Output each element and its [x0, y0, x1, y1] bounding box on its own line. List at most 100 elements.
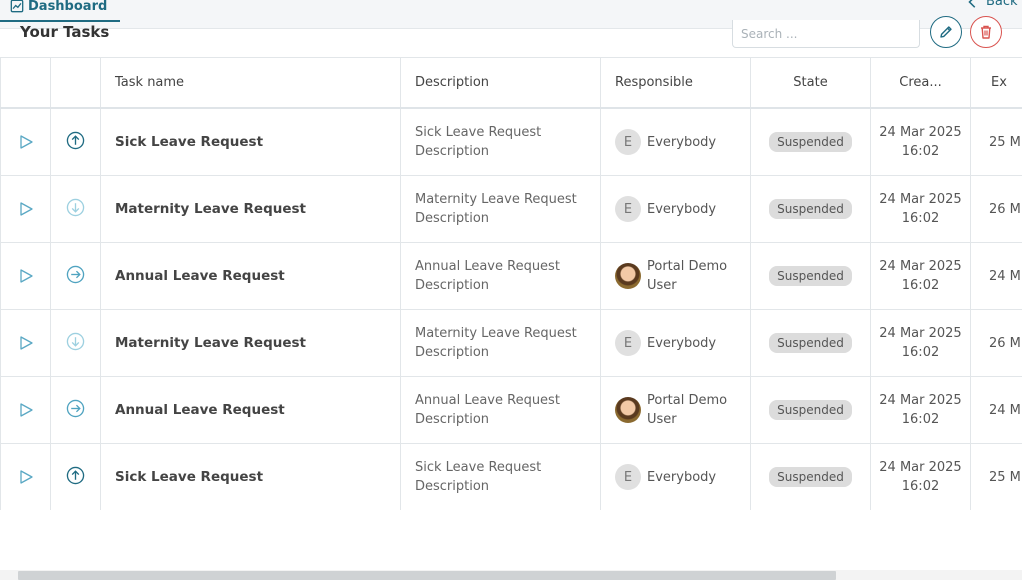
task-description: Maternity Leave Request Description: [400, 175, 601, 243]
tab-dashboard-label: Dashboard: [28, 0, 108, 14]
avatar: E: [615, 129, 641, 155]
back-link[interactable]: Back: [966, 0, 1018, 9]
status-badge: Suspended: [769, 333, 852, 353]
table-row[interactable]: Sick Leave Request Sick Leave Request Des…: [0, 107, 1022, 176]
search-input[interactable]: [732, 20, 920, 48]
header-state[interactable]: State: [750, 57, 871, 109]
task-name[interactable]: Annual Leave Request: [100, 376, 401, 444]
tasks-table-container: Task name Description Responsible State …: [0, 57, 1022, 510]
task-expiry: 26 M 1: [970, 309, 1022, 377]
responsible-name: Portal Demo User: [647, 259, 728, 293]
task-created: 24 Mar 2025 16:02: [870, 175, 971, 243]
trash-icon: [981, 25, 991, 39]
responsible-name: Everybody: [647, 134, 717, 150]
play-icon: [19, 336, 33, 350]
table-row[interactable]: Maternity Leave Request Maternity Leave R…: [0, 175, 1022, 243]
tasks-table: Task name Description Responsible State …: [0, 57, 1022, 510]
header-created[interactable]: Crea...: [870, 57, 971, 109]
header-task-name[interactable]: Task name: [100, 57, 401, 109]
arrow-down-circle-icon: [66, 198, 85, 217]
play-icon: [19, 202, 33, 216]
task-responsible: E Everybody: [600, 309, 751, 377]
table-row[interactable]: Maternity Leave Request Maternity Leave R…: [0, 309, 1022, 377]
task-state: Suspended: [750, 376, 871, 444]
header-description[interactable]: Description: [400, 57, 601, 109]
table-row[interactable]: Annual Leave Request Annual Leave Request…: [0, 376, 1022, 444]
task-expiry: 24 M 1: [970, 242, 1022, 310]
arrow-up-circle-icon: [66, 466, 85, 485]
direction-cell: [50, 443, 101, 510]
header-direction: [50, 57, 101, 109]
task-created: 24 Mar 2025 16:02: [870, 376, 971, 444]
table-header-row: Task name Description Responsible State …: [0, 57, 1022, 109]
direction-cell: [50, 175, 101, 243]
table-row[interactable]: Sick Leave Request Sick Leave Request Des…: [0, 443, 1022, 510]
play-cell[interactable]: [0, 107, 51, 176]
status-badge: Suspended: [769, 467, 852, 487]
responsible-wrap: E Everybody: [615, 464, 750, 490]
play-cell[interactable]: [0, 309, 51, 377]
play-cell[interactable]: [0, 242, 51, 310]
task-name[interactable]: Sick Leave Request: [100, 107, 401, 176]
direction-cell: [50, 376, 101, 444]
delete-button[interactable]: [970, 16, 1002, 48]
tab-dashboard[interactable]: Dashboard: [0, 0, 120, 22]
avatar: E: [615, 196, 641, 222]
play-icon: [19, 403, 33, 417]
play-cell[interactable]: [0, 376, 51, 444]
responsible-wrap: Portal Demo User: [615, 257, 750, 295]
responsible-name: Everybody: [647, 335, 717, 351]
avatar: [615, 263, 641, 289]
task-description: Maternity Leave Request Description: [400, 309, 601, 377]
task-name[interactable]: Annual Leave Request: [100, 242, 401, 310]
task-state: Suspended: [750, 242, 871, 310]
play-cell[interactable]: [0, 443, 51, 510]
task-responsible: E Everybody: [600, 175, 751, 243]
status-badge: Suspended: [769, 266, 852, 286]
chevron-left-icon: [968, 0, 976, 8]
responsible-wrap: E Everybody: [615, 129, 750, 155]
direction-cell: [50, 242, 101, 310]
back-label: Back: [986, 0, 1018, 9]
chart-icon: [10, 0, 24, 13]
scrollbar-thumb[interactable]: [18, 571, 836, 580]
horizontal-scrollbar[interactable]: [0, 570, 1022, 580]
edit-button[interactable]: [930, 16, 962, 48]
arrow-right-circle-icon: [66, 399, 85, 418]
task-expiry: 25 M 1: [970, 443, 1022, 510]
task-state: Suspended: [750, 175, 871, 243]
header-expiry[interactable]: Ex: [970, 57, 1022, 109]
avatar: E: [615, 330, 641, 356]
task-expiry: 26 M 1: [970, 175, 1022, 243]
task-name[interactable]: Sick Leave Request: [100, 443, 401, 510]
task-created: 24 Mar 2025 16:02: [870, 443, 971, 510]
arrow-down-circle-icon: [66, 332, 85, 351]
task-state: Suspended: [750, 107, 871, 176]
task-description: Sick Leave Request Description: [400, 107, 601, 176]
task-created: 24 Mar 2025 16:02: [870, 242, 971, 310]
play-icon: [19, 269, 33, 283]
task-description: Sick Leave Request Description: [400, 443, 601, 510]
task-responsible: Portal Demo User: [600, 376, 751, 444]
table-row[interactable]: Annual Leave Request Annual Leave Request…: [0, 242, 1022, 310]
header-responsible[interactable]: Responsible: [600, 57, 751, 109]
task-state: Suspended: [750, 309, 871, 377]
responsible-wrap: E Everybody: [615, 330, 750, 356]
avatar: [615, 397, 641, 423]
direction-cell: [50, 309, 101, 377]
header-play: [0, 57, 51, 109]
responsible-name: Portal Demo User: [647, 393, 728, 427]
status-badge: Suspended: [769, 400, 852, 420]
status-badge: Suspended: [769, 199, 852, 219]
task-responsible: E Everybody: [600, 443, 751, 510]
task-created: 24 Mar 2025 16:02: [870, 107, 971, 176]
play-cell[interactable]: [0, 175, 51, 243]
responsible-name: Everybody: [647, 201, 717, 217]
avatar: E: [615, 464, 641, 490]
arrow-up-circle-icon: [66, 131, 85, 150]
task-name[interactable]: Maternity Leave Request: [100, 175, 401, 243]
task-expiry: 25 M 1: [970, 107, 1022, 176]
responsible-wrap: Portal Demo User: [615, 391, 750, 429]
task-created: 24 Mar 2025 16:02: [870, 309, 971, 377]
task-name[interactable]: Maternity Leave Request: [100, 309, 401, 377]
